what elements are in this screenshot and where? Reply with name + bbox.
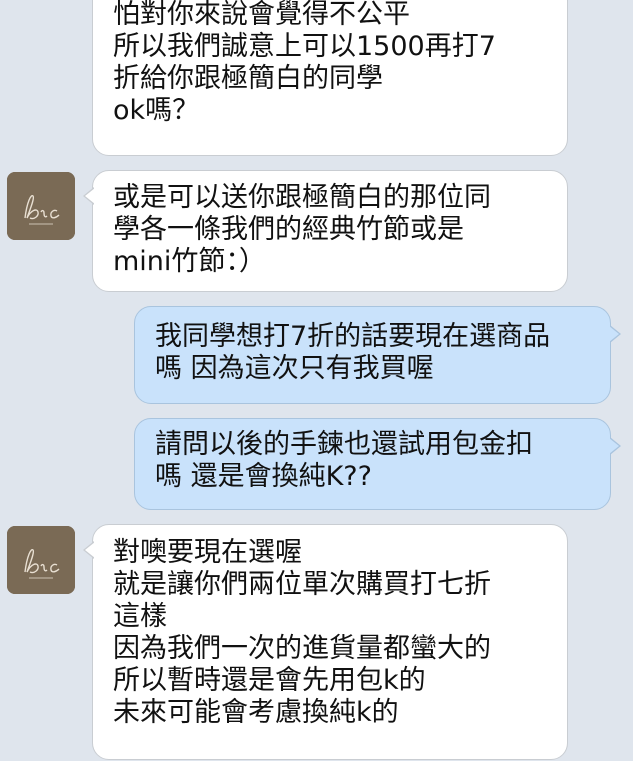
message-line: 我同學想打7折的話要現在選商品 <box>155 321 551 352</box>
message-line: 這樣 <box>113 601 167 632</box>
message-line: 未來可能會考慮換純k的 <box>113 697 399 728</box>
message-line: 所以暫時還是會先用包k的 <box>113 665 426 696</box>
message-line: ok嗎？ <box>113 95 200 126</box>
message-line: 或是可以送你跟極簡白的那位同 <box>113 182 491 213</box>
message-line: mini竹節：） <box>113 246 266 277</box>
message-line: 嗎 還是會換純K?? <box>155 461 372 492</box>
message-line: 怕對你來說會覺得不公平 <box>113 0 410 30</box>
sent-message-bubble[interactable]: 我同學想打7折的話要現在選商品 嗎 因為這次只有我買喔 <box>134 306 621 404</box>
sent-message-bubble[interactable]: 請問以後的手鍊也還試用包金扣 嗎 還是會換純K?? <box>134 418 621 510</box>
shop-logo-icon <box>7 526 75 594</box>
message-line: 就是讓你們兩位單次購買打七折 <box>113 569 491 600</box>
message-line: 請問以後的手鍊也還試用包金扣 <box>155 429 533 460</box>
message-line: 因為我們一次的進貨量都蠻大的 <box>113 633 491 664</box>
message-line: 學各一條我們的經典竹節或是 <box>113 214 464 245</box>
shop-logo-icon <box>7 172 75 240</box>
message-line: 所以我們誠意上可以1500再打7 <box>113 31 496 62</box>
message-line: 對噢要現在選喔 <box>113 537 302 568</box>
message-line: 折給你跟極簡白的同學 <box>113 63 383 94</box>
chat-thread[interactable]: 怕對你來說會覺得不公平 所以我們誠意上可以1500再打7 折給你跟極簡白的同學 … <box>0 0 633 761</box>
received-message-bubble[interactable]: 或是可以送你跟極簡白的那位同 學各一條我們的經典竹節或是 mini竹節：） <box>83 170 568 292</box>
received-message-bubble[interactable]: 對噢要現在選喔 就是讓你們兩位單次購買打七折 這樣 因為我們一次的進貨量都蠻大的… <box>83 524 568 760</box>
contact-avatar[interactable] <box>7 172 75 240</box>
message-line: 嗎 因為這次只有我買喔 <box>155 353 434 384</box>
received-message-bubble[interactable]: 怕對你來說會覺得不公平 所以我們誠意上可以1500再打7 折給你跟極簡白的同學 … <box>92 0 568 156</box>
contact-avatar[interactable] <box>7 526 75 594</box>
